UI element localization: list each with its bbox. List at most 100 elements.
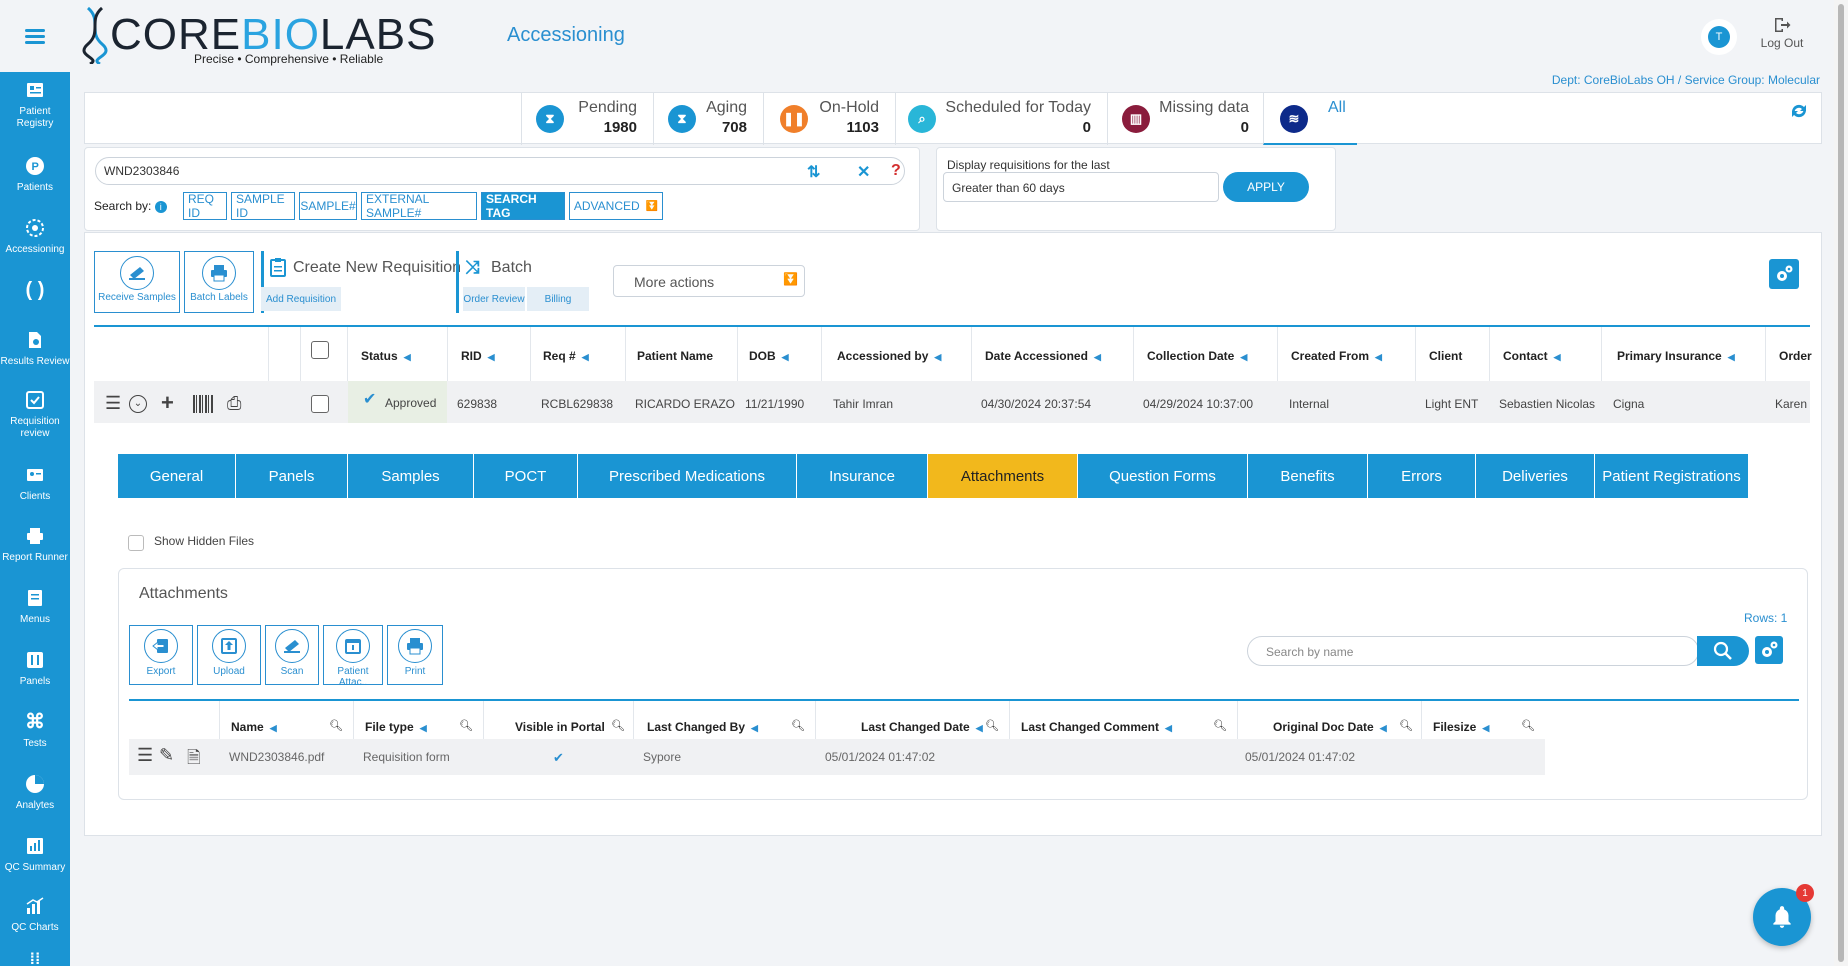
search-by-tag-button[interactable]: SEARCH TAG [481, 192, 565, 220]
att-col-file-type[interactable]: File type ◀ [365, 720, 427, 734]
attachments-settings-button[interactable] [1755, 636, 1783, 664]
tab-prescribed-medications[interactable]: Prescribed Medications [578, 454, 797, 498]
select-all-checkbox[interactable] [311, 341, 329, 359]
status-missing-data[interactable]: ▥ Missing data 0 [1107, 93, 1263, 145]
sidebar-item-panels[interactable]: Panels [0, 650, 70, 688]
barcode-icon[interactable] [193, 395, 213, 413]
filter-search-icon[interactable]: 🔍︎ [1399, 719, 1413, 732]
sidebar-item-results-review[interactable]: Results Review [0, 330, 70, 368]
order-review-button[interactable]: Order Review [463, 287, 525, 311]
att-col-filesize[interactable]: Filesize ◀ [1433, 720, 1489, 734]
status-pending[interactable]: ⧗ Pending 1980 [521, 93, 653, 145]
filter-search-icon[interactable]: 🔍︎ [791, 719, 805, 732]
logout-button[interactable]: Log Out [1760, 16, 1804, 50]
att-col-original-doc-date[interactable]: Original Doc Date ◀ [1273, 720, 1387, 734]
tab-insurance[interactable]: Insurance [797, 454, 928, 498]
status-aging[interactable]: ⧗ Aging 708 [653, 93, 763, 145]
search-by-external-sample-button[interactable]: EXTERNAL SAMPLE# [361, 192, 477, 220]
filter-search-icon[interactable]: 🔍︎ [329, 719, 343, 732]
col-rid[interactable]: RID ◀ [461, 349, 495, 363]
filter-search-icon[interactable]: 🔍︎ [985, 719, 999, 732]
add-icon[interactable]: + [161, 390, 174, 416]
sidebar-item-qc-charts[interactable]: QC Charts [0, 896, 70, 934]
status-scheduled-today[interactable]: ⌕ Scheduled for Today 0 [895, 93, 1107, 145]
sidebar-item-patients[interactable]: P Patients [0, 156, 70, 194]
search-by-name-input[interactable]: Search by name [1247, 636, 1699, 666]
sidebar-item-patient-registry[interactable]: Patient Registry [0, 80, 70, 130]
sidebar-item-menus[interactable]: Menus [0, 588, 70, 626]
sidebar-item-more[interactable]: ⁞⁞ [0, 950, 70, 966]
avatar[interactable]: T [1704, 22, 1734, 52]
filter-search-icon[interactable]: 🔍︎ [459, 719, 473, 732]
filter-search-icon[interactable]: 🔍︎ [1521, 719, 1535, 732]
info-icon[interactable]: i [154, 201, 167, 213]
scrollbar-thumb[interactable] [1838, 4, 1844, 962]
row-menu-icon[interactable]: ☰ [105, 393, 121, 414]
tab-attachments[interactable]: Attachments [928, 454, 1078, 498]
print-icon[interactable]: ⎙ [227, 393, 241, 414]
att-col-last-changed-date[interactable]: Last Changed Date ◀ [861, 720, 983, 734]
search-by-sample-id-button[interactable]: SAMPLE ID [231, 192, 295, 220]
sidebar-item-analytes[interactable]: Analytes [0, 774, 70, 812]
help-icon[interactable]: ? [891, 162, 901, 180]
tab-deliveries[interactable]: Deliveries [1476, 454, 1595, 498]
date-range-select[interactable]: Greater than 60 days [943, 172, 1219, 202]
more-actions-dropdown[interactable]: More actions ⏬ [613, 265, 805, 297]
table-settings-button[interactable] [1769, 259, 1799, 289]
tab-benefits[interactable]: Benefits [1248, 454, 1368, 498]
col-req-number[interactable]: Req # ◀ [543, 349, 589, 363]
search-button[interactable] [1697, 636, 1749, 666]
batch-labels-button[interactable]: Batch Labels [184, 251, 254, 313]
sidebar-item-clients[interactable]: Clients [0, 465, 70, 503]
sidebar-item-qc-summary[interactable]: QC Summary [0, 836, 70, 874]
edit-icon[interactable]: ✎ [159, 745, 174, 766]
sidebar-item-requisition-review[interactable]: Requisition review [0, 390, 70, 440]
status-all[interactable]: ≋ All [1263, 93, 1357, 145]
swap-search-icon[interactable]: ⇅ [807, 162, 820, 182]
tab-question-forms[interactable]: Question Forms [1078, 454, 1248, 498]
show-hidden-files-checkbox[interactable] [128, 535, 144, 551]
page-scrollbar[interactable] [1834, 0, 1848, 966]
refresh-icon[interactable] [1788, 100, 1810, 122]
col-order[interactable]: Order [1779, 349, 1812, 363]
tab-patient-registrations[interactable]: Patient Registrations [1595, 454, 1748, 498]
export-button[interactable]: Export [129, 625, 193, 685]
col-dob[interactable]: DOB ◀ [749, 349, 789, 363]
requisition-search-input[interactable]: WND2303846 [95, 157, 905, 185]
tab-errors[interactable]: Errors [1368, 454, 1476, 498]
upload-button[interactable]: Upload [197, 625, 261, 685]
billing-button[interactable]: Billing [527, 287, 589, 311]
col-date-accessioned[interactable]: Date Accessioned ◀ [985, 349, 1101, 363]
advanced-search-button[interactable]: ADVANCED ⏬ [569, 192, 663, 220]
search-by-req-id-button[interactable]: REQ ID [183, 192, 227, 220]
apply-button[interactable]: APPLY [1223, 172, 1309, 202]
clear-search-icon[interactable]: ✕ [857, 162, 870, 182]
sidebar-item-report-runner[interactable]: Report Runner [0, 526, 70, 564]
expand-row-icon[interactable]: ⌄ [129, 395, 147, 413]
row-menu-icon[interactable]: ☰ [137, 745, 153, 766]
tab-samples[interactable]: Samples [348, 454, 474, 498]
sidebar-item-brackets[interactable]: ( ) [0, 280, 70, 306]
tab-panels[interactable]: Panels [236, 454, 348, 498]
filter-search-icon[interactable]: 🔍︎ [1213, 719, 1227, 732]
menu-toggle-button[interactable] [0, 0, 70, 72]
document-icon[interactable]: 🗎︎ [187, 745, 201, 774]
add-requisition-button[interactable]: Add Requisition [261, 287, 341, 311]
row-checkbox[interactable] [311, 395, 329, 413]
att-col-visible-in-portal[interactable]: Visible in Portal [515, 720, 605, 734]
dept-service-group[interactable]: Dept: CoreBioLabs OH / Service Group: Mo… [1552, 73, 1820, 87]
col-status[interactable]: Status ◀ [361, 349, 411, 363]
patient-attachments-button[interactable]: Patient Attac.. [323, 625, 383, 688]
col-created-from[interactable]: Created From ◀ [1291, 349, 1382, 363]
col-contact[interactable]: Contact ◀ [1503, 349, 1561, 363]
col-primary-insurance[interactable]: Primary Insurance ◀ [1617, 349, 1735, 363]
att-col-name[interactable]: Name ◀ [231, 720, 277, 734]
sidebar-item-tests[interactable]: ⌘ Tests [0, 712, 70, 750]
receive-samples-button[interactable]: Receive Samples [94, 251, 180, 313]
att-col-last-changed-by[interactable]: Last Changed By ◀ [647, 720, 758, 734]
tab-general[interactable]: General [118, 454, 236, 498]
print-attachments-button[interactable]: Print [387, 625, 443, 685]
filter-search-icon[interactable]: 🔍︎ [611, 719, 625, 732]
search-by-sample-number-button[interactable]: SAMPLE# [299, 192, 357, 220]
sidebar-item-accessioning[interactable]: Accessioning [0, 218, 70, 256]
